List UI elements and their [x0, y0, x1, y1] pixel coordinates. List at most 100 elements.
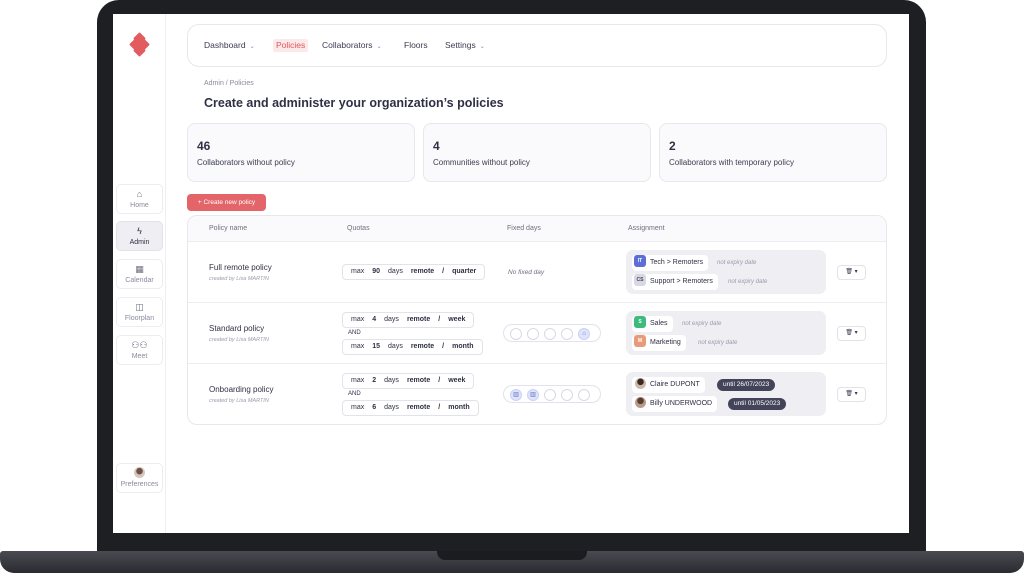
- quota-pill: max 15 days remote / month: [342, 339, 483, 355]
- user-avatar: [635, 377, 646, 389]
- table-row[interactable]: Standard policy created by Lisa MARTIN m…: [188, 303, 886, 364]
- quota-max: max: [351, 268, 365, 275]
- table-row[interactable]: Onboarding policy created by Lisa MARTIN…: [188, 364, 886, 424]
- column-header-policy-name: Policy name: [209, 225, 248, 232]
- nav-settings[interactable]: Settings ⌄: [445, 40, 485, 53]
- expiry-text: not expiry date: [728, 279, 768, 285]
- sidebar-item-label: Home: [130, 202, 149, 209]
- nav-dashboard-label: Dashboard: [204, 40, 246, 50]
- table-header: Policy name Quotas Fixed days Assignment: [188, 216, 886, 242]
- team-tag: M: [634, 335, 646, 348]
- day-toggle[interactable]: ▥: [510, 389, 522, 401]
- caret-down-icon: ▾: [854, 330, 858, 336]
- assignment-chip[interactable]: Billy UNDERWOOD: [632, 396, 718, 412]
- day-toggle[interactable]: [561, 389, 573, 401]
- quota-mode: remote: [410, 268, 435, 275]
- day-toggle[interactable]: [561, 328, 573, 340]
- day-toggle[interactable]: ⌂: [578, 328, 590, 340]
- quota-max: max: [351, 316, 365, 323]
- quota-count: 2: [372, 377, 377, 384]
- row-actions-dropdown[interactable]: 🗑 ▾: [837, 265, 866, 280]
- sidebar-item-home[interactable]: ⌂ Home: [116, 184, 163, 214]
- stat-label: Collaborators without policy: [197, 158, 295, 167]
- quota-unit: days: [384, 316, 399, 323]
- no-fixed-day: No fixed day: [508, 269, 545, 276]
- quota-pill: max 2 days remote / week: [342, 373, 475, 389]
- quota-separator: /: [438, 316, 441, 323]
- stat-label: Communities without policy: [433, 158, 530, 167]
- quota-pill: max 4 days remote / week: [342, 312, 475, 328]
- quota-and-label: AND: [348, 391, 361, 397]
- sidebar-item-calendar[interactable]: ▦ Calendar: [116, 259, 163, 289]
- column-header-assignment: Assignment: [628, 225, 665, 232]
- nav-collaborators[interactable]: Collaborators ⌄: [322, 40, 382, 53]
- app-screen: ⌂ Home ϟ Admin ▦ Calendar ◫ Floorplan ⚇⚇…: [113, 14, 909, 533]
- sidebar-item-floorplan[interactable]: ◫ Floorplan: [116, 297, 163, 327]
- expiry-text: not expiry date: [717, 260, 757, 266]
- stat-number: 46: [197, 139, 211, 153]
- quota-unit: days: [388, 268, 403, 275]
- quota-mode: remote: [406, 404, 431, 411]
- nav-policies-label: Policies: [276, 40, 306, 50]
- trash-icon: 🗑: [845, 269, 853, 275]
- fixed-days-selector: ▥ ▥: [503, 385, 601, 403]
- quota-count: 15: [372, 343, 381, 350]
- assignment-chip[interactable]: CS Support > Remoters: [632, 274, 718, 290]
- nav-floors-label: Floors: [404, 40, 428, 50]
- brand-logo-icon[interactable]: [129, 32, 150, 57]
- fixed-days-selector: ⌂: [503, 324, 601, 342]
- assignment-group: Claire DUPONT until 26/07/2023 Billy UND…: [626, 372, 826, 416]
- nav-settings-label: Settings: [445, 40, 476, 50]
- quota-unit: days: [384, 377, 399, 384]
- day-toggle[interactable]: [544, 389, 556, 401]
- quota-period: quarter: [452, 268, 477, 275]
- assignment-chip[interactable]: Claire DUPONT: [632, 377, 705, 393]
- assignment-chip[interactable]: S Sales: [632, 316, 673, 332]
- policy-name[interactable]: Onboarding policy: [209, 385, 273, 394]
- assignment-group: S Sales not expiry date M Marketing not ex…: [626, 311, 826, 355]
- sidebar-item-preferences[interactable]: Preferences: [116, 463, 163, 493]
- quota-and-label: AND: [348, 330, 361, 336]
- assignment-group: IT Tech > Remoters not expiry date CS Supp…: [626, 250, 826, 294]
- quota-count: 4: [372, 316, 377, 323]
- row-actions-dropdown[interactable]: 🗑 ▾: [837, 387, 866, 402]
- day-toggle[interactable]: [544, 328, 556, 340]
- assignment-label: Sales: [650, 320, 668, 327]
- breadcrumb: Admin / Policies: [204, 80, 254, 87]
- policy-name[interactable]: Standard policy: [209, 324, 264, 333]
- day-toggle[interactable]: [578, 389, 590, 401]
- create-policy-button[interactable]: + Create new policy: [187, 194, 266, 211]
- trash-icon: 🗑: [845, 391, 853, 397]
- quota-mode: remote: [406, 316, 431, 323]
- team-tag: CS: [634, 274, 646, 287]
- stat-card-temporary-policy: 2 Collaborators with temporary policy: [659, 123, 887, 182]
- table-row[interactable]: Full remote policy created by Lisa MARTI…: [188, 242, 886, 303]
- policy-name[interactable]: Full remote policy: [209, 263, 272, 272]
- caret-down-icon: ▾: [854, 269, 858, 275]
- quota-period: week: [448, 377, 466, 384]
- expiry-text: not expiry date: [698, 340, 738, 346]
- sidebar-item-admin[interactable]: ϟ Admin: [116, 221, 163, 251]
- nav-policies[interactable]: Policies: [273, 39, 309, 52]
- trash-icon: 🗑: [845, 330, 853, 336]
- quota-separator: /: [442, 268, 445, 275]
- assignment-chip[interactable]: IT Tech > Remoters: [632, 255, 709, 271]
- day-toggle[interactable]: [527, 328, 539, 340]
- sidebar-item-label: Preferences: [120, 481, 159, 488]
- day-toggle[interactable]: ▥: [527, 389, 539, 401]
- quota-period: week: [448, 316, 466, 323]
- nav-floors[interactable]: Floors: [404, 40, 428, 51]
- team-tag: IT: [634, 255, 646, 268]
- stat-number: 2: [669, 139, 676, 153]
- sidebar-item-label: Meet: [131, 353, 148, 360]
- quota-mode: remote: [406, 377, 431, 384]
- nav-dashboard[interactable]: Dashboard ⌄: [204, 40, 255, 53]
- day-toggle[interactable]: [510, 328, 522, 340]
- quota-separator: /: [438, 404, 441, 411]
- quota-max: max: [351, 343, 365, 350]
- stat-card-communities-without-policy: 4 Communities without policy: [423, 123, 651, 182]
- row-actions-dropdown[interactable]: 🗑 ▾: [837, 326, 866, 341]
- stat-card-collaborators-without-policy: 46 Collaborators without policy: [187, 123, 415, 182]
- sidebar-item-meet[interactable]: ⚇⚇ Meet: [116, 335, 163, 365]
- assignment-chip[interactable]: M Marketing: [632, 335, 686, 351]
